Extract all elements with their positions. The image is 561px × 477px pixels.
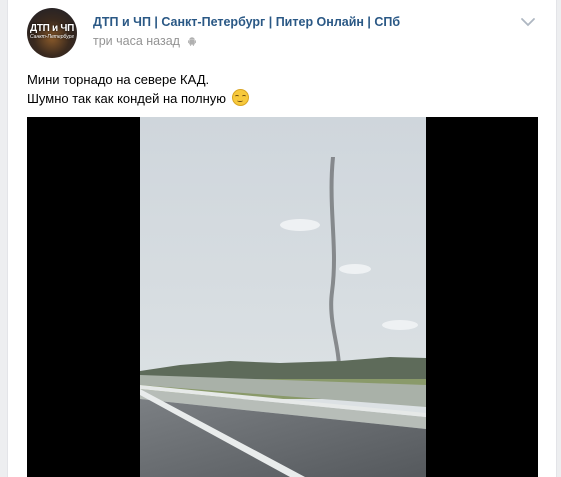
android-icon bbox=[188, 37, 197, 46]
chevron-down-icon[interactable] bbox=[520, 16, 536, 28]
post-time[interactable]: три часа назад bbox=[93, 34, 197, 48]
post-text-line-1: Мини торнадо на севере КАД. bbox=[27, 72, 210, 87]
post-text: Мини торнадо на севере КАД. Шумно так ка… bbox=[27, 70, 249, 108]
post-time-text: три часа назад bbox=[93, 34, 180, 48]
community-avatar[interactable]: ДТП и ЧП Санкт-Петербург bbox=[27, 8, 77, 58]
video-player[interactable] bbox=[27, 117, 538, 477]
author-link[interactable]: ДТП и ЧП | Санкт-Петербург | Питер Онлай… bbox=[93, 15, 400, 29]
post-text-line-2-text: Шумно так как кондей на полную bbox=[27, 91, 227, 106]
avatar-logo-subtext: Санкт-Петербург bbox=[30, 34, 74, 40]
avatar-logo-text: ДТП и ЧП bbox=[30, 23, 74, 34]
relieved-face-emoji bbox=[231, 89, 249, 106]
video-frame bbox=[140, 117, 426, 477]
post-text-line-2: Шумно так как кондей на полную bbox=[27, 89, 249, 108]
post-card: ДТП и ЧП Санкт-Петербург ДТП и ЧП | Санк… bbox=[7, 0, 557, 477]
